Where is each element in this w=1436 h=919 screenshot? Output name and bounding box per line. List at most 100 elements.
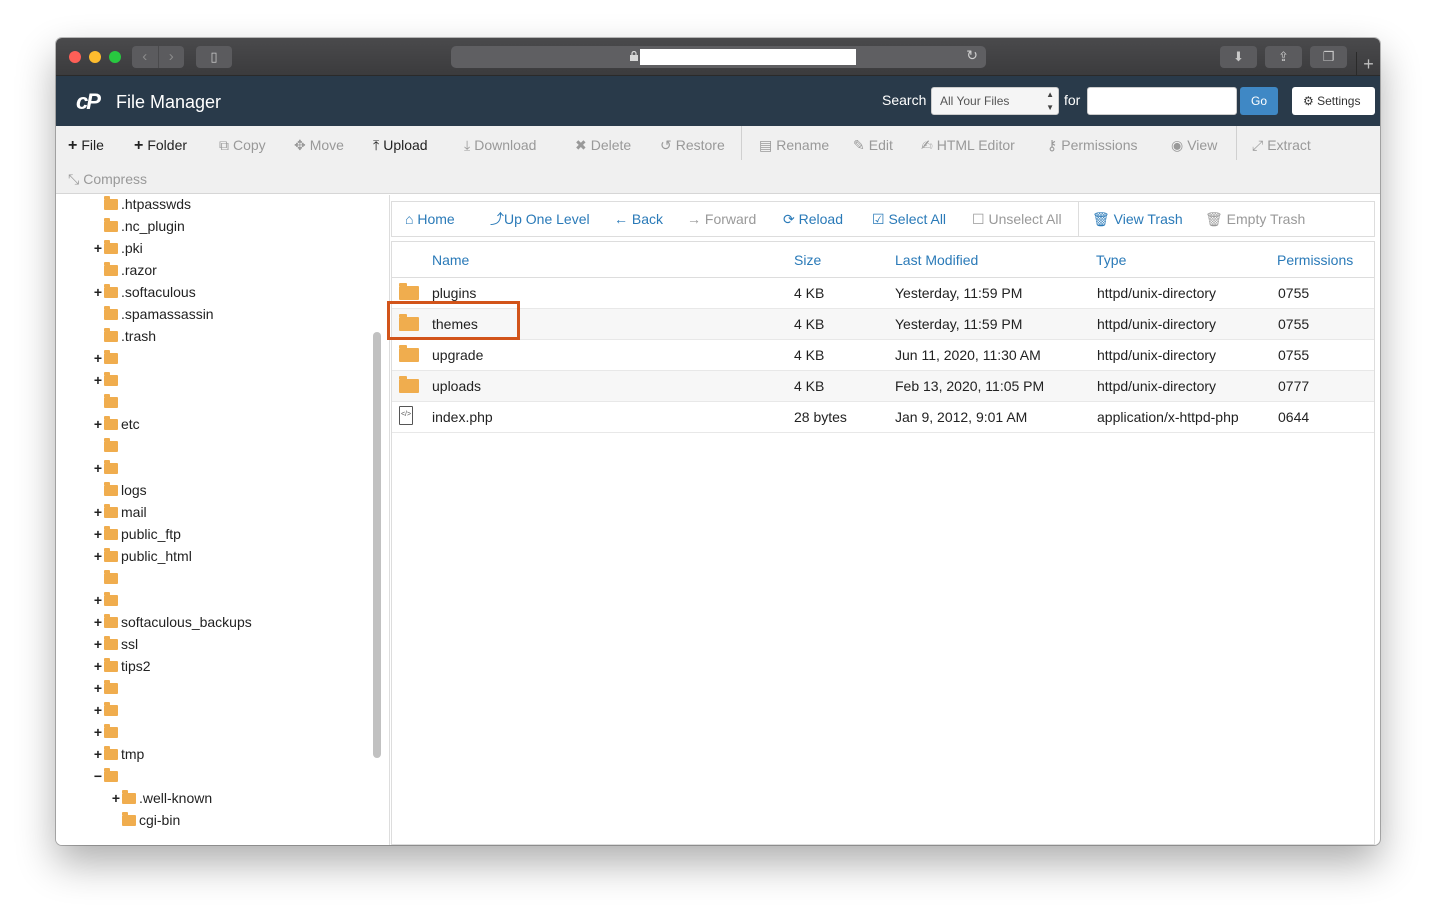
new-folder-button[interactable]: + Folder <box>134 135 187 155</box>
tree-toggle[interactable]: + <box>92 721 104 743</box>
table-row[interactable]: uploads 4 KB Feb 13, 2020, 11:05 PM http… <box>392 371 1374 402</box>
tree-item[interactable]: + softaculous_backups <box>92 611 252 633</box>
tree-toggle[interactable]: + <box>92 611 104 633</box>
tree-toggle[interactable]: − <box>92 765 104 787</box>
tree-item[interactable]: + <box>92 457 121 479</box>
compress-button[interactable]: ⤡ Compress <box>68 169 147 189</box>
search-go-button[interactable]: Go <box>1240 87 1278 115</box>
view-button[interactable]: ◉ View <box>1171 135 1217 155</box>
tree-item[interactable]: + <box>92 369 121 391</box>
file-name[interactable]: index.php <box>432 409 493 425</box>
restore-button[interactable]: ↺ Restore <box>660 135 725 155</box>
tree-item[interactable]: + public_ftp <box>92 523 181 545</box>
tree-scrollbar[interactable] <box>373 332 381 758</box>
tree-toggle[interactable]: + <box>92 347 104 369</box>
tree-toggle[interactable]: + <box>92 589 104 611</box>
tree-toggle[interactable]: + <box>110 787 122 809</box>
tree-item[interactable]: cgi-bin <box>110 809 180 831</box>
tree-item[interactable] <box>92 391 121 413</box>
tree-item[interactable]: + .softaculous <box>92 281 196 303</box>
download-button[interactable]: ⤓ Download <box>464 135 536 155</box>
column-size[interactable]: Size <box>794 252 821 268</box>
rename-button[interactable]: ▤ Rename <box>759 135 829 155</box>
cpanel-logo[interactable]: cP <box>76 89 101 115</box>
share-icon[interactable]: ⇪ <box>1265 46 1302 68</box>
table-row[interactable]: </> index.php 28 bytes Jan 9, 2012, 9:01… <box>392 402 1374 433</box>
address-bar[interactable]: ↻ <box>451 46 986 68</box>
tree-toggle[interactable]: + <box>92 501 104 523</box>
tree-item[interactable]: + <box>92 677 121 699</box>
table-row[interactable]: themes 4 KB Yesterday, 11:59 PM httpd/un… <box>392 309 1374 340</box>
maximize-window-button[interactable] <box>109 51 121 63</box>
forward-button[interactable]: → Forward <box>687 210 756 228</box>
edit-button[interactable]: ✎ Edit <box>853 135 893 155</box>
tree-item[interactable]: − <box>92 765 121 787</box>
tree-toggle[interactable]: + <box>92 743 104 765</box>
tree-item[interactable]: + public_html <box>92 545 192 567</box>
tree-item[interactable]: .spamassassin <box>92 303 214 325</box>
back-button[interactable]: ← Back <box>614 210 663 228</box>
reload-button[interactable]: ⟳ Reload <box>783 210 843 228</box>
upload-button[interactable]: ⤒ Upload <box>373 135 428 155</box>
tree-toggle[interactable]: + <box>92 655 104 677</box>
downloads-icon[interactable]: ⬇ <box>1220 46 1257 68</box>
settings-button[interactable]: ⚙ Settings <box>1292 87 1375 115</box>
tree-item[interactable]: logs <box>92 479 147 501</box>
tree-toggle[interactable]: + <box>92 281 104 303</box>
unselect-all-button[interactable]: ☐ Unselect All <box>972 210 1062 228</box>
tree-item[interactable]: .htpasswds <box>92 195 191 215</box>
file-name[interactable]: uploads <box>432 378 481 394</box>
tree-item[interactable]: + tmp <box>92 743 144 765</box>
tab-overview-icon[interactable]: ❐ <box>1310 46 1347 68</box>
column-type[interactable]: Type <box>1096 252 1126 268</box>
tree-toggle[interactable]: + <box>92 633 104 655</box>
tree-item[interactable]: + <box>92 589 121 611</box>
tree-toggle[interactable]: + <box>92 369 104 391</box>
tree-toggle[interactable]: + <box>92 237 104 259</box>
tree-toggle[interactable]: + <box>92 545 104 567</box>
html-editor-button[interactable]: ✍ HTML Editor <box>921 135 1015 155</box>
tree-item[interactable]: + ssl <box>92 633 138 655</box>
new-tab-icon[interactable]: + <box>1356 52 1380 76</box>
tree-item[interactable]: + mail <box>92 501 147 523</box>
tree-toggle[interactable]: + <box>92 457 104 479</box>
page-reload-icon[interactable]: ↻ <box>966 47 978 64</box>
home-button[interactable]: ⌂ Home <box>405 210 455 228</box>
file-name[interactable]: upgrade <box>432 347 483 363</box>
browser-forward-icon[interactable]: › <box>157 46 185 68</box>
new-file-button[interactable]: + File <box>68 135 104 155</box>
tree-item[interactable]: + tips2 <box>92 655 151 677</box>
extract-button[interactable]: ⤢ Extract <box>1252 135 1311 155</box>
minimize-window-button[interactable] <box>89 51 101 63</box>
delete-button[interactable]: ✖ Delete <box>575 135 631 155</box>
tree-item[interactable]: .razor <box>92 259 157 281</box>
search-scope-select[interactable]: All Your Files ▲ ▼ <box>931 87 1059 115</box>
tree-item[interactable]: + <box>92 699 121 721</box>
column-last-modified[interactable]: Last Modified <box>895 252 978 268</box>
table-row[interactable]: plugins 4 KB Yesterday, 11:59 PM httpd/u… <box>392 278 1374 309</box>
table-row[interactable]: upgrade 4 KB Jun 11, 2020, 11:30 AM http… <box>392 340 1374 371</box>
close-window-button[interactable] <box>69 51 81 63</box>
column-permissions[interactable]: Permissions <box>1277 252 1353 268</box>
tree-item[interactable] <box>92 435 121 457</box>
tree-toggle[interactable]: + <box>92 413 104 435</box>
search-input[interactable] <box>1087 87 1237 115</box>
tree-item[interactable]: + <box>92 721 121 743</box>
tree-item[interactable]: + .pki <box>92 237 143 259</box>
tree-item[interactable]: .trash <box>92 325 156 347</box>
tree-item[interactable] <box>92 567 121 589</box>
tree-item[interactable]: + <box>92 347 121 369</box>
copy-button[interactable]: ⧉ Copy <box>219 135 266 155</box>
tree-toggle[interactable]: + <box>92 677 104 699</box>
tree-toggle[interactable]: + <box>92 523 104 545</box>
move-button[interactable]: ✥ Move <box>294 135 344 155</box>
tree-item[interactable]: + etc <box>92 413 140 435</box>
tree-item[interactable]: .nc_plugin <box>92 215 185 237</box>
column-name[interactable]: Name <box>432 252 469 268</box>
empty-trash-button[interactable]: 🗑 Empty Trash <box>1205 210 1305 228</box>
up-one-level-button[interactable]: ⤴Up One Level <box>490 210 590 228</box>
permissions-button[interactable]: ⚷ Permissions <box>1047 135 1138 155</box>
select-all-button[interactable]: ☑ Select All <box>872 210 946 228</box>
sidebar-toggle-icon[interactable]: ▯ <box>196 46 232 68</box>
tree-toggle[interactable]: + <box>92 699 104 721</box>
